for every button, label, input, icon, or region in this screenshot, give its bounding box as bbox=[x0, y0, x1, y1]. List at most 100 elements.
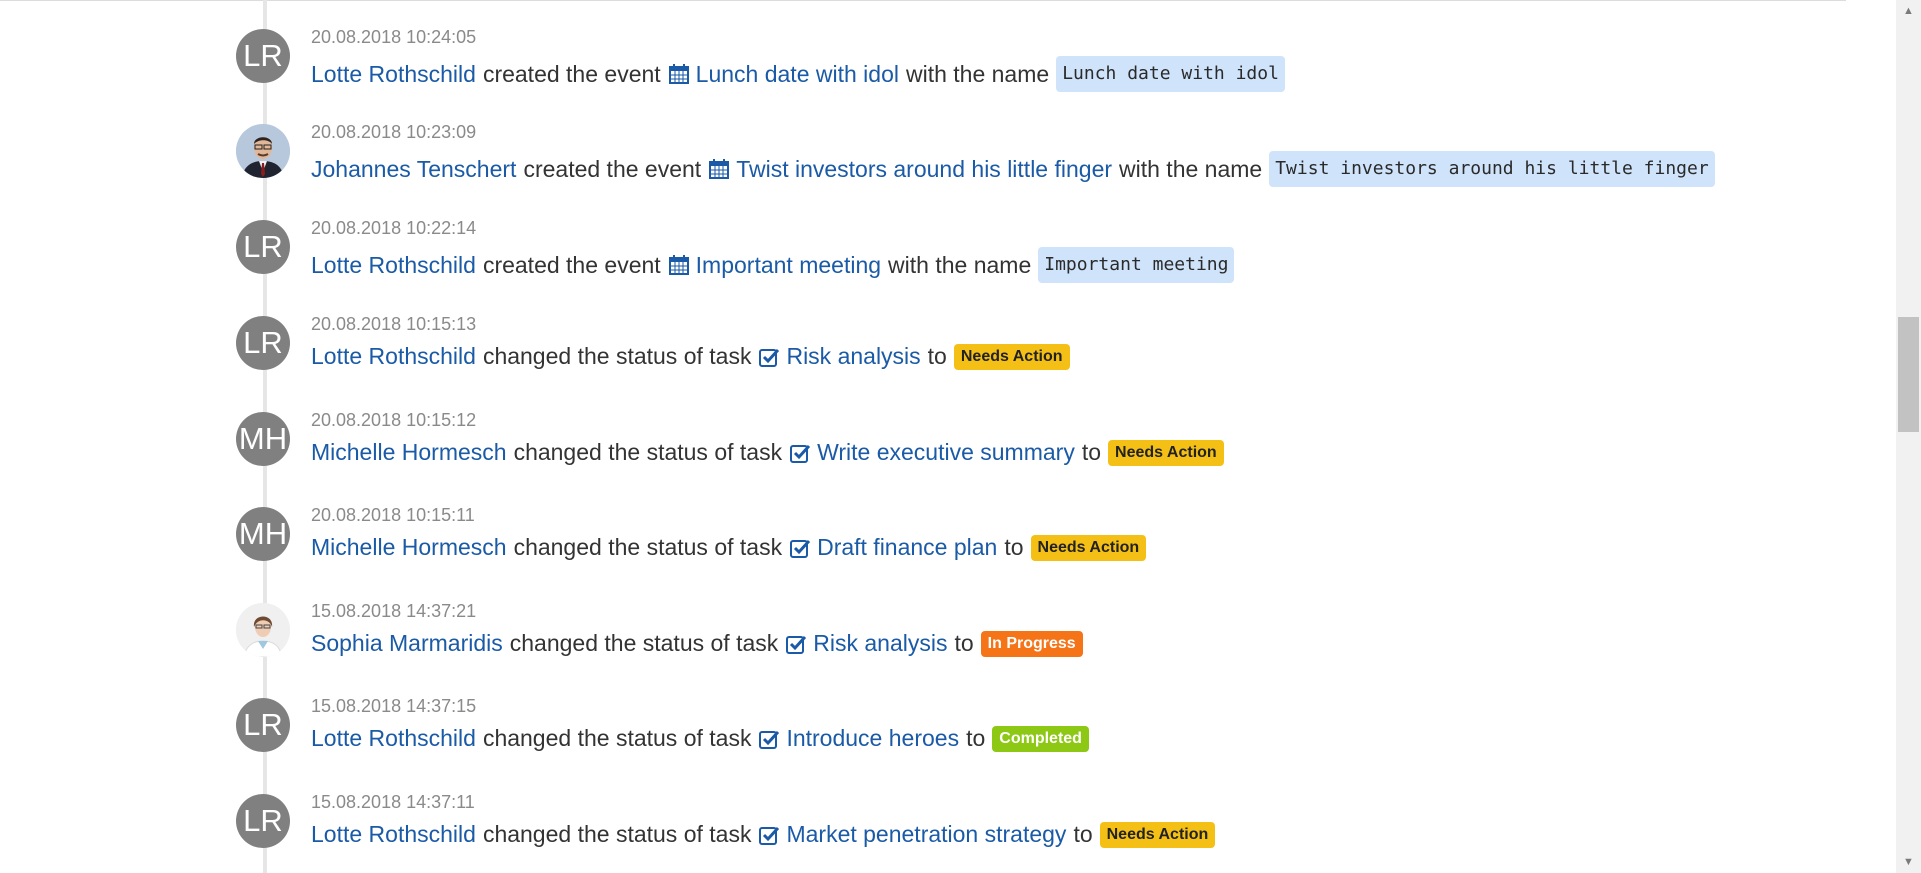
user-link[interactable]: Michelle Hormesch bbox=[311, 439, 507, 466]
status-badge: Needs Action bbox=[1108, 439, 1224, 466]
activity-line: Lotte Rothschild changed the status of t… bbox=[311, 725, 1096, 752]
status-badge: Needs Action bbox=[1099, 821, 1216, 848]
scroll-thumb[interactable] bbox=[1898, 317, 1919, 432]
timestamp: 20.08.2018 10:15:13 bbox=[311, 314, 477, 334]
object-link[interactable]: Market penetration strategy bbox=[758, 821, 1066, 848]
event-name-code: Important meeting bbox=[1038, 247, 1235, 283]
object-link[interactable]: Introduce heroes bbox=[758, 725, 959, 752]
person-photo-icon bbox=[236, 603, 290, 657]
user-link[interactable]: Lotte Rothschild bbox=[311, 61, 476, 88]
avatar[interactable]: MH bbox=[236, 507, 290, 561]
avatar[interactable]: LR bbox=[236, 698, 290, 752]
action-text: changed the status of task bbox=[482, 725, 752, 751]
calendar-icon bbox=[668, 255, 689, 275]
status-badge: Completed bbox=[992, 725, 1089, 752]
activity-entry: MH 20.08.2018 10:15:11 Michelle Hormesch… bbox=[0, 478, 1846, 574]
activity-entry: LR 20.08.2018 10:22:14 Lotte Rothschild … bbox=[0, 191, 1846, 287]
action-text: created the event bbox=[523, 155, 702, 182]
timestamp: 20.08.2018 10:15:12 bbox=[311, 410, 477, 430]
activity-feed: LR 20.08.2018 10:24:05 Lotte Rothschild … bbox=[0, 0, 1846, 873]
checkbox-icon bbox=[759, 730, 780, 749]
user-link[interactable]: Michelle Hormesch bbox=[311, 534, 507, 561]
object-label: Write executive summary bbox=[817, 439, 1075, 465]
timestamp: 20.08.2018 10:24:05 bbox=[311, 27, 477, 47]
object-link[interactable]: Lunch date with idol bbox=[668, 61, 899, 88]
timestamp: 15.08.2018 14:37:15 bbox=[311, 696, 477, 716]
avatar[interactable]: LR bbox=[236, 29, 290, 83]
activity-line: Lotte Rothschild changed the status of t… bbox=[311, 821, 1222, 848]
checkbox-icon bbox=[759, 826, 780, 845]
status-badge: In Progress bbox=[980, 630, 1083, 657]
avatar[interactable]: MH bbox=[236, 412, 290, 466]
object-label: Lunch date with idol bbox=[695, 60, 899, 87]
connector-text: to bbox=[966, 725, 986, 751]
object-link[interactable]: Write executive summary bbox=[789, 439, 1075, 466]
arrow-down-icon[interactable]: ▼ bbox=[1896, 851, 1921, 873]
checkbox-icon bbox=[786, 635, 807, 654]
connector-text: with the name bbox=[905, 60, 1050, 87]
checkbox-icon bbox=[759, 348, 780, 367]
avatar[interactable]: LR bbox=[236, 220, 290, 274]
arrow-up-icon[interactable]: ▲ bbox=[1896, 0, 1921, 22]
user-link[interactable]: Lotte Rothschild bbox=[311, 725, 476, 752]
vertical-scrollbar[interactable]: ▲ ▼ bbox=[1896, 0, 1921, 873]
action-text: created the event bbox=[482, 60, 661, 87]
activity-entry: LR 20.08.2018 10:24:05 Lotte Rothschild … bbox=[0, 0, 1846, 96]
action-text: changed the status of task bbox=[482, 343, 752, 369]
activity-line: Johannes Tenschert created the event Twi… bbox=[311, 151, 1722, 187]
object-link[interactable]: Twist investors around his little finger bbox=[708, 156, 1112, 183]
object-link[interactable]: Risk analysis bbox=[758, 343, 921, 370]
object-label: Risk analysis bbox=[786, 343, 921, 369]
avatar-photo[interactable] bbox=[236, 124, 290, 178]
object-label: Introduce heroes bbox=[786, 725, 960, 751]
connector-text: to bbox=[954, 630, 974, 656]
activity-line: Michelle Hormesch changed the status of … bbox=[311, 439, 1231, 466]
avatar[interactable]: LR bbox=[236, 316, 290, 370]
user-link[interactable]: Lotte Rothschild bbox=[311, 343, 476, 370]
activity-line: Michelle Hormesch changed the status of … bbox=[311, 534, 1153, 561]
timestamp: 20.08.2018 10:15:11 bbox=[311, 505, 475, 525]
checkbox-icon bbox=[790, 539, 811, 558]
object-label: Risk analysis bbox=[813, 630, 948, 656]
timestamp: 20.08.2018 10:23:09 bbox=[311, 122, 477, 142]
user-link[interactable]: Sophia Marmaridis bbox=[311, 630, 503, 657]
connector-text: to bbox=[927, 343, 947, 369]
user-link[interactable]: Johannes Tenschert bbox=[311, 156, 516, 183]
object-label: Draft finance plan bbox=[817, 534, 998, 560]
connector-text: to bbox=[1081, 439, 1102, 465]
object-label: Important meeting bbox=[695, 251, 882, 278]
calendar-icon bbox=[709, 159, 730, 179]
activity-line: Sophia Marmaridis changed the status of … bbox=[311, 630, 1090, 657]
avatar[interactable]: LR bbox=[236, 794, 290, 848]
activity-entry: LR 15.08.2018 14:37:11 Lotte Rothschild … bbox=[0, 765, 1846, 861]
connector-text: to bbox=[1073, 821, 1093, 847]
object-link[interactable]: Important meeting bbox=[668, 252, 881, 279]
person-photo-icon bbox=[236, 124, 290, 178]
object-link[interactable]: Risk analysis bbox=[785, 630, 947, 657]
activity-entry: 20.08.2018 10:23:09 Johannes Tenschert c… bbox=[0, 95, 1846, 191]
object-label: Market penetration strategy bbox=[786, 821, 1067, 847]
event-name-code: Lunch date with idol bbox=[1056, 56, 1285, 92]
avatar-photo[interactable] bbox=[236, 603, 290, 657]
checkbox-icon bbox=[790, 444, 811, 463]
activity-entry: MH 20.08.2018 10:15:12 Michelle Hormesch… bbox=[0, 383, 1846, 479]
action-text: changed the status of task bbox=[509, 630, 779, 656]
timestamp: 15.08.2018 14:37:11 bbox=[311, 792, 475, 812]
object-label: Twist investors around his little finger bbox=[736, 155, 1113, 182]
action-text: changed the status of task bbox=[513, 439, 783, 465]
status-badge: Needs Action bbox=[953, 343, 1070, 370]
activity-line: Lotte Rothschild changed the status of t… bbox=[311, 343, 1077, 370]
object-link[interactable]: Draft finance plan bbox=[789, 534, 997, 561]
user-link[interactable]: Lotte Rothschild bbox=[311, 252, 476, 279]
activity-entry: 15.08.2018 14:37:21 Sophia Marmaridis ch… bbox=[0, 574, 1846, 670]
activity-entry: LR 20.08.2018 10:15:13 Lotte Rothschild … bbox=[0, 287, 1846, 383]
connector-text: with the name bbox=[888, 251, 1032, 278]
activity-entry: LR 15.08.2018 14:37:15 Lotte Rothschild … bbox=[0, 669, 1846, 765]
user-link[interactable]: Lotte Rothschild bbox=[311, 821, 476, 848]
action-text: changed the status of task bbox=[482, 821, 752, 847]
connector-text: with the name bbox=[1119, 155, 1263, 182]
connector-text: to bbox=[1004, 534, 1024, 560]
timestamp: 20.08.2018 10:22:14 bbox=[311, 218, 477, 238]
status-badge: Needs Action bbox=[1030, 534, 1147, 561]
timestamp: 15.08.2018 14:37:21 bbox=[311, 601, 477, 621]
